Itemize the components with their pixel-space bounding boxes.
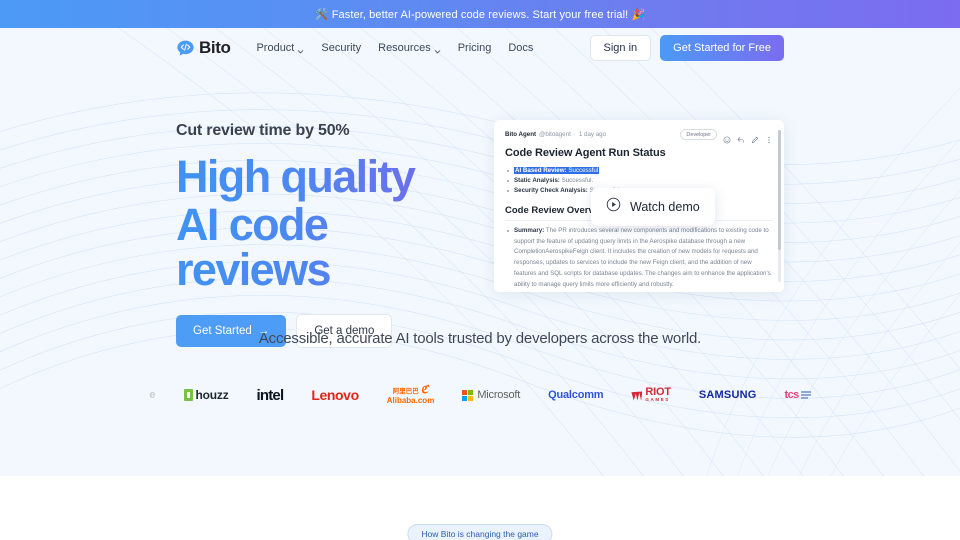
logo-samsung-text: SAMSUNG xyxy=(698,389,757,401)
nav-item-docs-label: Docs xyxy=(508,42,534,54)
logo-qualcomm: Qualcomm xyxy=(534,380,617,410)
customer-logo-strip: e houzz intel Lenovo 阿里巴巴 ℭ Alibaba.com xyxy=(0,380,960,410)
announcement-banner-text: 🛠️ Faster, better AI-powered code review… xyxy=(315,8,646,21)
hammer-wrench-icon: 🛠️ xyxy=(314,8,329,21)
hero-headline-line-1: High quality xyxy=(176,151,415,202)
hero-eyebrow: Cut review time by 50% xyxy=(176,122,350,139)
logo-intel: intel xyxy=(243,380,298,410)
hero-headline-line-2: AI code reviews xyxy=(176,199,330,295)
logo-lenovo-text: Lenovo xyxy=(311,387,359,403)
logo-samsung: SAMSUNG xyxy=(685,380,771,410)
nav-item-resources[interactable]: Resources xyxy=(378,42,441,54)
developer-badge: Developer xyxy=(680,129,717,140)
chevron-down-icon xyxy=(434,46,441,53)
logo-tcs: tcs xyxy=(771,380,825,410)
announcement-message: Faster, better AI-powered code reviews. … xyxy=(331,8,629,21)
main-navigation: Bito Product Security Resources Pricing … xyxy=(0,28,960,68)
check-item-ai-review-text: AI Based Review: Successful xyxy=(514,167,600,174)
demo-card-author: Bito Agent xyxy=(505,131,537,138)
emoji-reaction-icon[interactable] xyxy=(723,131,731,143)
nav-item-pricing[interactable]: Pricing xyxy=(458,42,492,54)
site-logo-text: Bito xyxy=(199,38,231,57)
demo-card-summary-label: Summary: xyxy=(514,226,545,234)
announcement-banner[interactable]: 🛠️ Faster, better AI-powered code review… xyxy=(0,0,960,28)
chevron-down-icon xyxy=(297,46,304,53)
site-logo[interactable]: Bito xyxy=(176,38,231,58)
nav-item-pricing-label: Pricing xyxy=(457,42,492,54)
nav-item-resources-label: Resources xyxy=(378,42,431,54)
logo-microsoft: Microsoft xyxy=(448,380,534,410)
check-item-security-check-label: Security Check Analysis: xyxy=(514,187,588,195)
watch-demo-button[interactable]: Watch demo xyxy=(591,188,715,226)
how-bito-is-changing-the-game-pill[interactable]: How Bito is changing the game xyxy=(407,524,553,540)
play-circle-icon xyxy=(606,197,621,217)
demo-card-timestamp: 1 day ago xyxy=(578,131,607,138)
logo-riot-sub-text: GAMES xyxy=(645,397,670,403)
logo-riot-games: RIOT GAMES xyxy=(617,380,684,410)
nav-links: Product Security Resources Pricing Docs xyxy=(256,42,533,54)
trust-tagline: Accessible, accurate AI tools trusted by… xyxy=(258,330,702,347)
hero-copy: Cut review time by 50% High quality AI c… xyxy=(176,122,486,348)
party-popper-icon: 🎉 xyxy=(631,8,646,21)
logo-lenovo: Lenovo xyxy=(297,380,372,410)
demo-card-separator: · xyxy=(573,131,576,138)
logo-houzz: houzz xyxy=(170,380,243,410)
logo-alibaba: 阿里巴巴 ℭ Alibaba.com xyxy=(386,384,435,405)
sign-in-button[interactable]: Sign in xyxy=(589,35,652,61)
nav-actions: Sign in Get Started for Free xyxy=(589,35,784,61)
nav-item-product[interactable]: Product xyxy=(256,42,304,54)
check-item-static-analysis-label: Static Analysis: xyxy=(514,177,560,185)
demo-card-header: Bito Agent @bitoagent · 1 day ago Develo… xyxy=(494,120,784,143)
demo-card-summary-text: The PR introduces several new components… xyxy=(514,226,771,288)
check-item-ai-review: AI Based Review: Successful xyxy=(507,166,773,176)
nav-item-docs[interactable]: Docs xyxy=(508,42,533,54)
watch-demo-label: Watch demo xyxy=(630,200,700,214)
reply-icon[interactable] xyxy=(737,131,745,143)
check-item-static-analysis: Static Analysis: Successful. xyxy=(507,176,773,186)
code-bubble-icon xyxy=(176,39,195,58)
check-item-ai-review-label: AI Based Review: xyxy=(515,167,567,174)
logo-google: e xyxy=(135,380,169,410)
demo-card-handle: @bitoagent xyxy=(539,131,571,138)
demo-card-header-actions: Developer xyxy=(680,129,773,143)
nav-item-security-label: Security xyxy=(321,42,362,54)
landing-page: 🛠️ Faster, better AI-powered code review… xyxy=(0,0,960,540)
logo-qualcomm-text: Qualcomm xyxy=(548,389,604,401)
get-started-for-free-button[interactable]: Get Started for Free xyxy=(660,35,784,61)
demo-card-scrollbar[interactable] xyxy=(778,130,781,282)
more-options-icon[interactable] xyxy=(765,131,773,143)
logo-houzz-text: houzz xyxy=(195,388,229,402)
logo-microsoft-text: Microsoft xyxy=(477,389,521,401)
nav-item-product-label: Product xyxy=(256,42,295,54)
logo-google-text: e xyxy=(149,389,156,401)
check-item-static-analysis-value: Successful. xyxy=(561,177,594,185)
check-item-ai-review-value: Successful xyxy=(568,167,599,174)
logo-tcs-text: tcs xyxy=(784,389,800,401)
hero-headline: High quality AI code reviews xyxy=(176,154,486,292)
logo-intel-text: intel xyxy=(256,386,285,404)
logo-alibaba-text: Alibaba.com xyxy=(386,396,435,405)
nav-item-security[interactable]: Security xyxy=(321,42,361,54)
demo-card-body: Summary: The PR introduces several new c… xyxy=(494,221,784,292)
demo-card-scrollbar-thumb[interactable] xyxy=(778,130,781,250)
edit-pencil-icon[interactable] xyxy=(751,131,759,143)
demo-card-summary: Summary: The PR introduces several new c… xyxy=(507,226,773,291)
